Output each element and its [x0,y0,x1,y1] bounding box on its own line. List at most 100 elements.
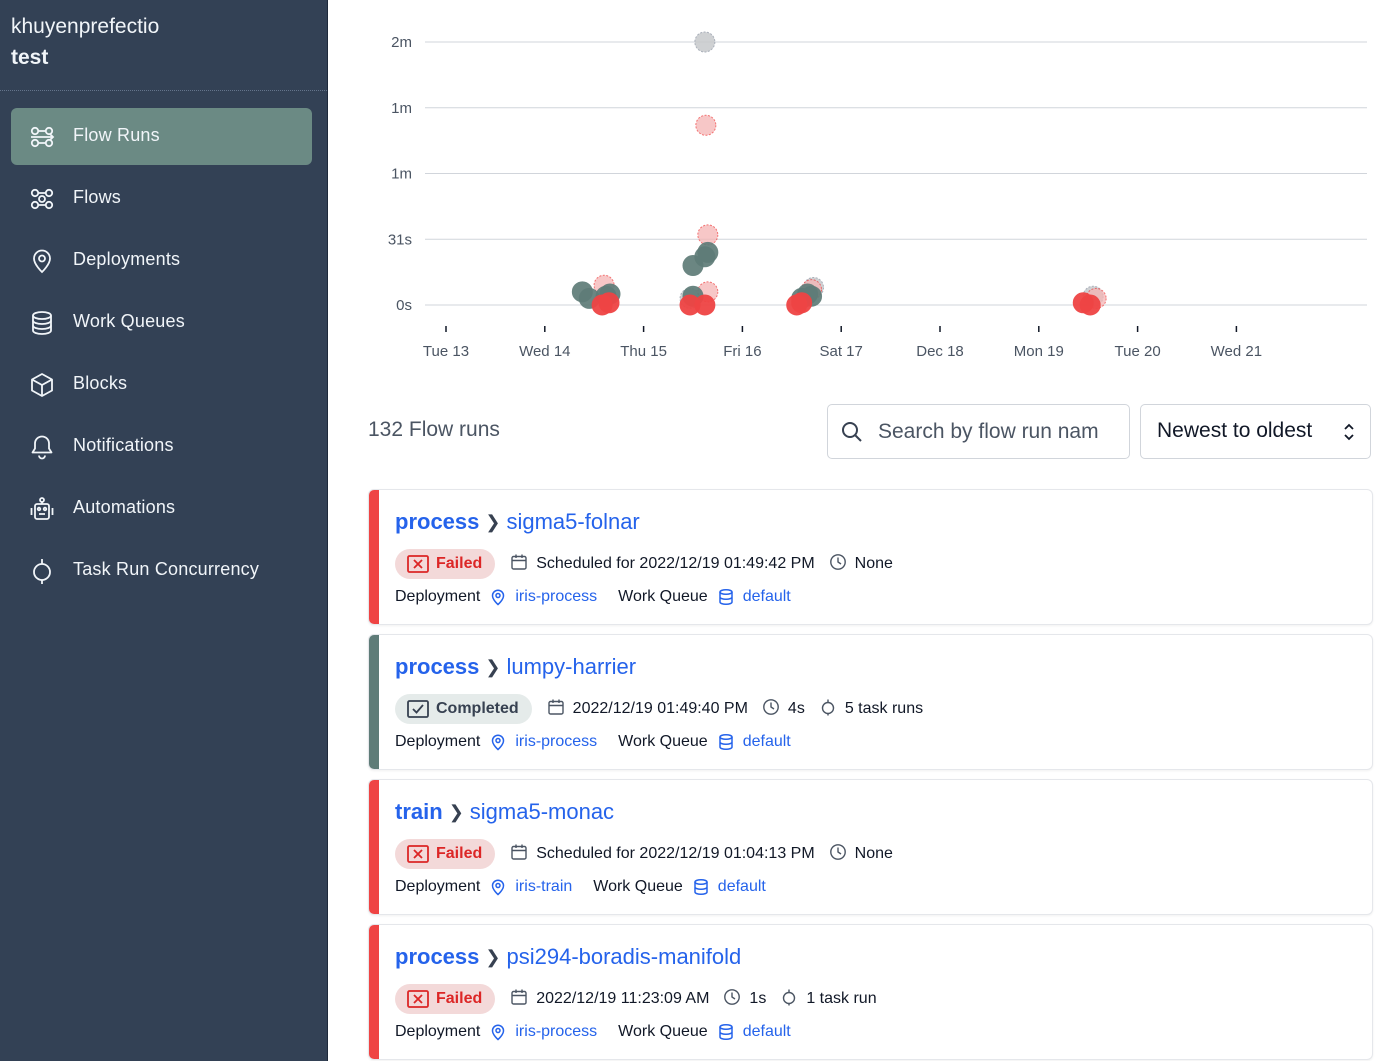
task-runs: 1 task run [780,988,877,1011]
flow-run-point-failed[interactable] [1079,294,1101,316]
sidebar-item-label: Work Queues [73,311,185,331]
search-input[interactable] [876,417,1100,447]
sidebar-item-label: Automations [73,497,176,517]
sidebar-item-blocks[interactable]: Blocks [11,356,312,413]
database-icon [717,1023,743,1041]
clock-icon [829,553,855,576]
flow-run-point-failed[interactable] [694,294,716,316]
flow-run-point-completed[interactable] [697,241,719,263]
flow-run-point-scheduled[interactable] [694,31,716,53]
run-time: 2022/12/19 01:49:40 PM [547,698,748,721]
run-time-text: Scheduled for 2022/12/19 01:04:13 PM [536,845,815,862]
flow-name-link[interactable]: process [395,944,479,969]
failed-state-icon [407,555,436,573]
map-pin-icon [489,733,515,751]
flow-run-name-link[interactable]: psi294-boradis-manifold [506,944,741,969]
run-duration: None [829,553,893,576]
deployment-link[interactable]: iris-train [515,878,572,896]
run-duration-text: 4s [787,700,805,717]
flow-name-link[interactable]: train [395,799,443,824]
run-time: Scheduled for 2022/12/19 01:04:13 PM [510,843,815,866]
flow-run-card[interactable]: process ❯ sigma5-folnar Failed Scheduled f… [368,489,1373,625]
database-icon [717,588,743,606]
sort-select[interactable]: Newest to oldest [1140,404,1371,459]
workspace-env[interactable]: test [11,46,48,70]
run-deployment-row: Deployment iris-process Work Queue defau… [395,588,791,606]
main-content: 2m 1m 1m 31s 0s Tue 13 Wed 14 Thu 15 Fri 16 Sat 1… [327,0,1400,1061]
work-queue-label: Work Queue [618,588,708,605]
flow-run-point-failed[interactable] [598,292,620,314]
run-meta-row: Completed 2022/12/19 01:49:40 PM 4s 5 ta… [395,693,937,725]
sidebar-item-flows[interactable]: Flows [11,170,312,227]
sidebar-item-work-queues[interactable]: Work Queues [11,294,312,351]
flow-run-point-failed-outline[interactable] [697,224,719,246]
run-duration: 4s [762,698,805,721]
run-deployment-row: Deployment iris-process Work Queue defau… [395,1023,791,1041]
run-time: 2022/12/19 11:23:09 AM [510,988,709,1011]
sidebar-item-automations[interactable]: Automations [11,480,312,537]
flow-run-name-link[interactable]: sigma5-monac [470,799,614,824]
flow-run-card[interactable]: process ❯ psi294-boradis-manifold Failed 2… [368,924,1373,1060]
state-badge: Failed [395,984,496,1014]
deployment-link[interactable]: iris-process [515,588,597,606]
calendar-icon [547,698,573,721]
task-runs-icon [819,698,845,721]
run-duration-text: None [854,555,893,572]
work-queue-link[interactable]: default [718,878,766,896]
bell-icon [28,433,56,461]
flow-run-card[interactable]: process ❯ lumpy-harrier Completed 2022/12/… [368,634,1373,770]
calendar-icon [510,843,536,866]
deployment-label: Deployment [395,733,481,750]
flow-run-point-failed-outline[interactable] [695,114,717,136]
sidebar-item-deployments[interactable]: Deployments [11,232,312,289]
x-tick-label: Sat 17 [820,343,863,360]
run-title: process ❯ lumpy-harrier [395,654,636,680]
flow-name-link[interactable]: process [395,509,479,534]
chevron-right-icon: ❯ [485,657,501,677]
state-accent-bar [369,635,379,769]
run-time: Scheduled for 2022/12/19 01:49:42 PM [510,553,815,576]
run-deployment-row: Deployment iris-train Work Queue default [395,878,766,896]
run-time-text: 2022/12/19 11:23:09 AM [536,990,710,1007]
sidebar-item-task-run-concurrency[interactable]: Task Run Concurrency [11,542,312,599]
run-deployment-row: Deployment iris-process Work Queue defau… [395,733,791,751]
deployment-link[interactable]: iris-process [515,733,597,751]
flow-run-point-failed[interactable] [791,292,813,314]
sidebar-item-label: Task Run Concurrency [73,559,260,579]
work-queue-label: Work Queue [618,733,708,750]
work-queue-link[interactable]: default [743,733,791,751]
run-duration: 1s [723,988,766,1011]
x-tick-label: Tue 20 [1115,343,1161,360]
flow-runs-scatter-chart: 2m 1m 1m 31s 0s Tue 13 Wed 14 Thu 15 Fri 16 Sat 1… [327,0,1400,380]
y-tick-label: 1m [391,100,412,117]
map-pin-icon [28,247,56,275]
chevron-right-icon: ❯ [448,802,464,822]
deployment-link[interactable]: iris-process [515,1023,597,1041]
search-box[interactable] [827,404,1130,459]
flow-run-name-link[interactable]: lumpy-harrier [506,654,636,679]
run-title: process ❯ psi294-boradis-manifold [395,944,741,970]
sidebar-item-label: Flow Runs [73,125,160,145]
database-icon [717,733,743,751]
sidebar-item-flow-runs[interactable]: Flow Runs [11,108,312,165]
sidebar-item-label: Deployments [73,249,181,269]
run-meta-row: Failed Scheduled for 2022/12/19 01:49:42… [395,548,907,580]
flow-run-card[interactable]: train ❯ sigma5-monac Failed Scheduled for … [368,779,1373,915]
state-accent-bar [369,780,379,914]
flow-run-name-link[interactable]: sigma5-folnar [506,509,639,534]
map-pin-icon [489,1023,515,1041]
y-tick-label: 0s [396,297,412,314]
sidebar: khuyenprefectio test Flow Runs Flows Dep… [0,0,328,1061]
flow-name-link[interactable]: process [395,654,479,679]
deployment-label: Deployment [395,878,481,895]
state-badge-label: Failed [436,845,483,862]
state-accent-bar [369,925,379,1059]
workspace-name[interactable]: khuyenprefectio [11,15,159,39]
task-runs-count: 5 task runs [844,700,924,717]
work-queue-link[interactable]: default [743,1023,791,1041]
map-pin-icon [489,588,515,606]
work-queue-label: Work Queue [618,1023,708,1040]
failed-state-icon [407,845,436,863]
work-queue-link[interactable]: default [743,588,791,606]
sidebar-item-notifications[interactable]: Notifications [11,418,312,475]
